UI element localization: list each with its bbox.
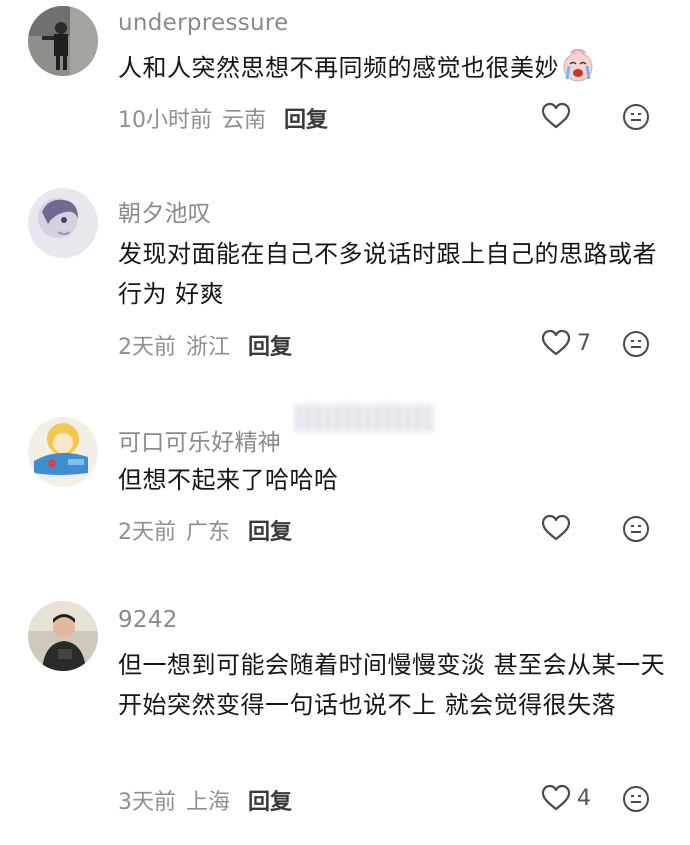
reply-button[interactable]: 回复 [248,520,292,545]
neutral-face-icon [623,331,649,357]
comment-location: 上海 [186,790,231,815]
reply-button[interactable]: 回复 [248,335,292,360]
neutral-face-icon [623,786,649,812]
reply-button[interactable]: 回复 [284,108,328,133]
comment-time: 3天前 [118,790,176,815]
comment-text: 发现对面能在自己不多说话时跟上自己的思路或者行为 好爽 [118,234,668,314]
like-button[interactable]: 4 [541,783,591,813]
comment-text: 人和人突然思想不再同频的感觉也很美妙 [118,48,668,88]
avatar[interactable] [28,601,98,671]
username[interactable]: 朝夕池叹 [118,194,211,228]
username[interactable]: 9242 [118,607,178,633]
comment-meta: 10小时前 云南 回复 [118,102,338,134]
comment-time: 2天前 [118,520,176,545]
neutral-face-icon [623,104,649,130]
username[interactable]: underpressure [118,10,289,36]
comment-text: 但想不起来了哈哈哈 [118,460,668,500]
neutral-face-icon [623,516,649,542]
like-count: 4 [577,785,591,811]
comment-body: 但一想到可能会随着时间慢慢变淡 甚至会从某一天开始突然变得一句话也说不上 就会觉… [118,651,666,719]
comment-time: 10小时前 [118,108,212,133]
avatar[interactable] [28,6,98,76]
dislike-button[interactable] [622,103,650,131]
comment-meta: 3天前 上海 回复 [118,784,302,816]
like-button[interactable] [541,513,577,543]
reply-button[interactable]: 回复 [248,790,292,815]
like-button[interactable]: 7 [541,328,591,358]
crying-face-emoji-icon [561,48,595,83]
comment-meta: 2天前 浙江 回复 [118,329,302,361]
username[interactable]: 可口可乐好精神 [118,423,281,457]
comment-time: 2天前 [118,335,176,360]
comment-location: 广东 [186,520,231,545]
dislike-button[interactable] [622,785,650,813]
comment-meta: 2天前 广东 回复 [118,514,302,546]
dislike-button[interactable] [622,515,650,543]
avatar[interactable] [28,417,98,487]
heart-outline-icon [541,784,571,811]
comment-body: 但想不起来了哈哈哈 [118,466,339,494]
comment-body: 人和人突然思想不再同频的感觉也很美妙 [118,54,559,82]
comment-body: 发现对面能在自己不多说话时跟上自己的思路或者行为 好爽 [118,240,657,308]
comment-location: 云南 [222,108,267,133]
heart-outline-icon [541,514,571,541]
dislike-button[interactable] [622,330,650,358]
like-button[interactable] [541,101,577,131]
heart-outline-icon [541,102,571,129]
like-count: 7 [577,330,591,356]
comment-text: 但一想到可能会随着时间慢慢变淡 甚至会从某一天开始突然变得一句话也说不上 就会觉… [118,645,668,725]
comment-location: 浙江 [186,335,231,360]
avatar[interactable] [28,188,98,258]
watermark [295,404,435,432]
heart-outline-icon [541,329,571,356]
